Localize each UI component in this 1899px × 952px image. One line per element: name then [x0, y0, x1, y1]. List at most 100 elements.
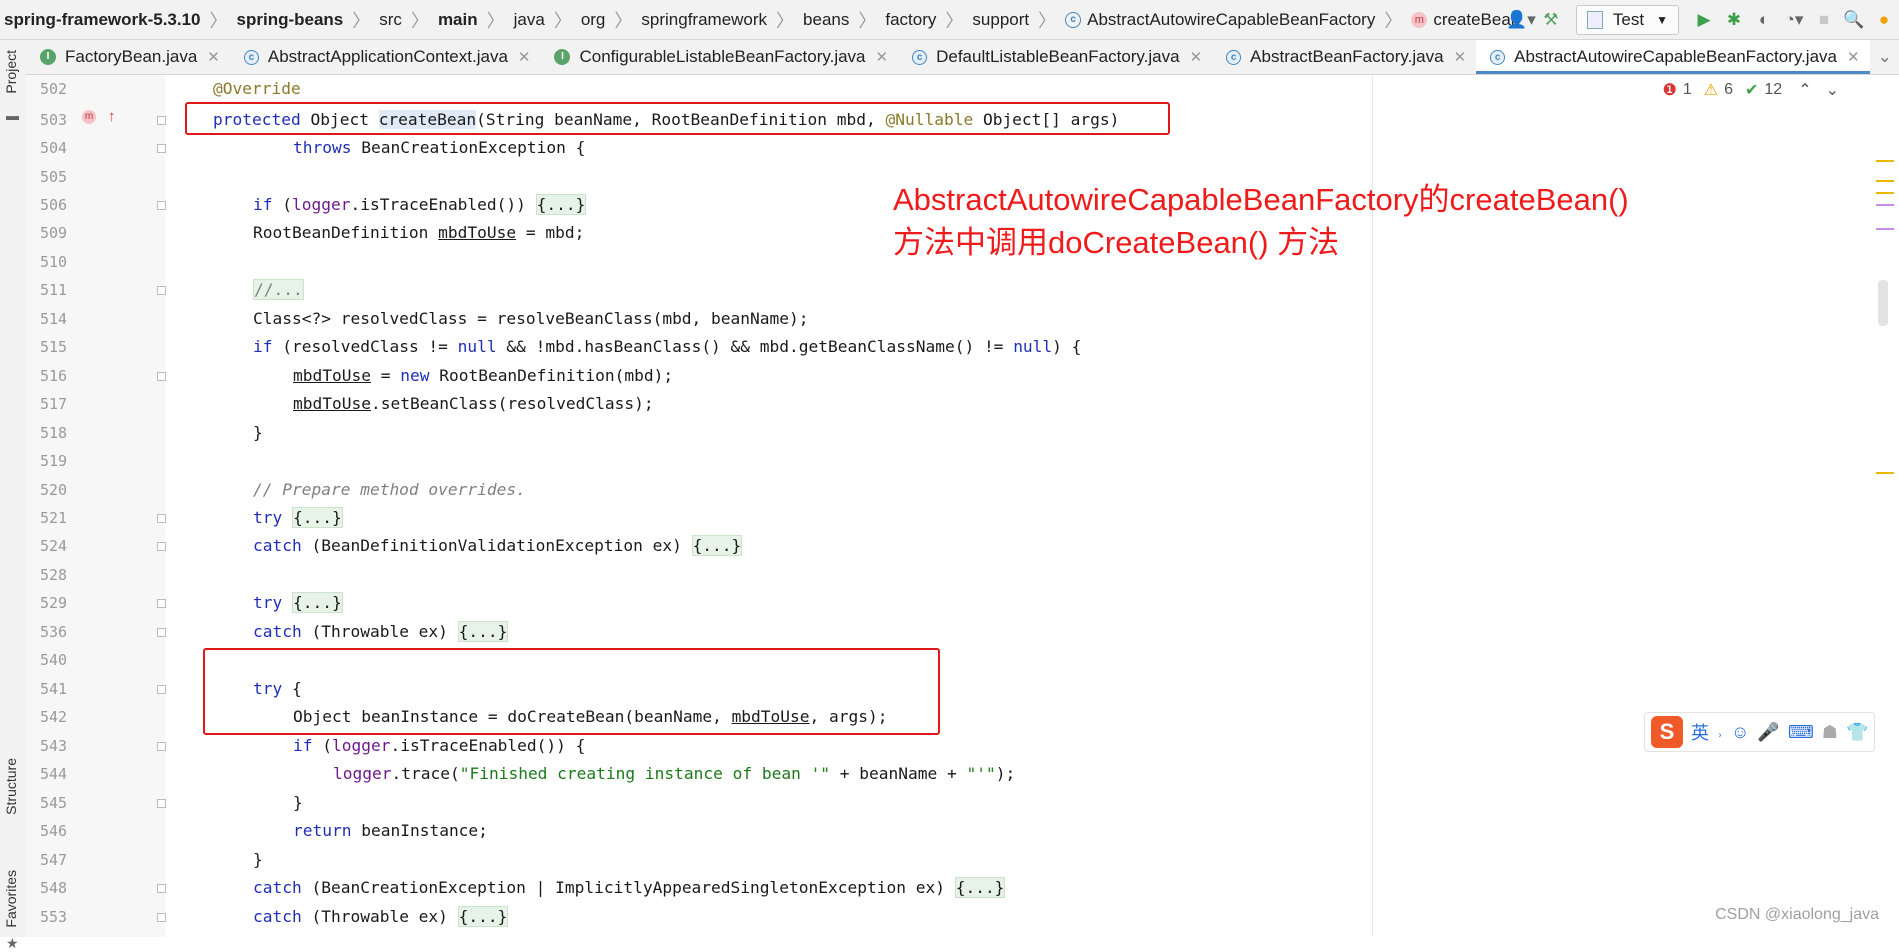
run-config-icon [1586, 11, 1603, 29]
breadcrumb-java[interactable]: java [510, 10, 549, 30]
fold-toggle-icon[interactable] [157, 144, 166, 153]
scroll-marker [1876, 228, 1894, 230]
close-icon[interactable]: ✕ [1454, 48, 1467, 66]
line-number: 520 [40, 481, 68, 499]
code-line: mbdToUse = new RootBeanDefinition(mbd); [293, 366, 674, 385]
highlight-box-docreatebean [203, 648, 940, 735]
line-number: 544 [40, 765, 68, 783]
fold-toggle-icon[interactable] [157, 628, 166, 637]
stop-icon[interactable]: ■ [1809, 5, 1839, 35]
code-line: catch (Throwable ex) {...} [253, 621, 509, 642]
class-icon: c [243, 49, 259, 65]
line-number: 528 [40, 566, 68, 584]
tab-overflow[interactable]: ⌄ [1870, 40, 1899, 74]
punctuation-icon[interactable]: ˒ [1717, 722, 1723, 743]
code-line: throws BeanCreationException { [293, 138, 586, 157]
implements-up-arrow-icon[interactable]: ↑ [108, 108, 116, 125]
fold-toggle-icon[interactable] [157, 913, 166, 922]
inspection-widget[interactable]: ❶1 ⚠ 6 ✔ 12 ⌃ ⌄ [1662, 80, 1839, 100]
fold-toggle-icon[interactable] [157, 286, 166, 295]
fold-toggle-icon[interactable] [157, 514, 166, 523]
user-icon[interactable]: 👤▾ [1506, 5, 1536, 35]
breadcrumb-separator: 〉 [486, 10, 505, 31]
code-line: } [293, 793, 303, 812]
fold-toggle-icon[interactable] [157, 116, 166, 125]
chevron-down-icon: ▼ [1656, 13, 1668, 27]
warning-count: 6 [1724, 81, 1733, 98]
tab-abstractautowirecapablebeanfactory[interactable]: c AbstractAutowireCapableBeanFactory.java… [1476, 40, 1871, 74]
run-icon[interactable]: ▶ [1689, 5, 1719, 35]
breadcrumb-support[interactable]: support [968, 10, 1033, 30]
line-number: 541 [40, 680, 68, 698]
fold-toggle-icon[interactable] [157, 742, 166, 751]
breadcrumb-separator: 〉 [1384, 10, 1403, 31]
code-line: return beanInstance; [293, 821, 488, 840]
close-icon[interactable]: ✕ [207, 48, 220, 66]
keyboard-icon[interactable]: ⌨ [1788, 722, 1814, 743]
breadcrumb-separator: 〉 [945, 10, 964, 31]
code-line: catch (BeanDefinitionValidationException… [253, 535, 743, 556]
override-marker-icon[interactable]: m [82, 110, 96, 124]
tab-configurablelistablebeanfactory[interactable]: I ConfigurableListableBeanFactory.java ✕ [540, 40, 898, 74]
line-number: 553 [40, 908, 68, 926]
fold-toggle-icon[interactable] [157, 542, 166, 551]
microphone-icon[interactable]: 🎤 [1757, 722, 1779, 743]
line-number: 536 [40, 623, 68, 641]
fold-toggle-icon[interactable] [157, 884, 166, 893]
code-line: } [253, 423, 263, 442]
breadcrumb-class[interactable]: c AbstractAutowireCapableBeanFactory [1061, 10, 1379, 30]
code-line: catch (Throwable ex) {...} [253, 906, 509, 927]
run-configuration-select[interactable]: Test ▼ [1575, 5, 1679, 35]
update-icon[interactable]: ● [1869, 5, 1899, 35]
emoji-icon[interactable]: ☺ [1731, 722, 1749, 743]
chevron-down-icon[interactable]: ⌄ [1826, 80, 1839, 100]
tab-abstractapplicationcontext[interactable]: c AbstractApplicationContext.java ✕ [230, 40, 541, 74]
ime-toolbar[interactable]: S 英 ˒ ☺ 🎤 ⌨ ☗ 👕 [1644, 712, 1876, 752]
close-icon[interactable]: ✕ [1190, 48, 1203, 66]
fold-toggle-icon[interactable] [157, 685, 166, 694]
coverage-icon[interactable]: ◐ [1749, 5, 1779, 35]
scroll-marker [1876, 204, 1894, 206]
fold-toggle-icon[interactable] [157, 799, 166, 808]
code-line: logger.trace("Finished creating instance… [333, 764, 1016, 783]
scroll-marker [1876, 192, 1894, 194]
fold-toggle-icon[interactable] [157, 372, 166, 381]
breadcrumb-module[interactable]: spring-beans [233, 10, 348, 30]
breadcrumb-org[interactable]: org [577, 10, 610, 30]
class-icon: c [1065, 11, 1082, 28]
breadcrumb-separator: 〉 [858, 10, 877, 31]
code-line: try {...} [253, 592, 343, 613]
fold-toggle-icon[interactable] [157, 599, 166, 608]
favorites-tool-button[interactable]: Favorites [3, 870, 19, 928]
debug-icon[interactable]: ✱ [1719, 5, 1749, 35]
tab-defaultlistablebeanfactory[interactable]: c DefaultListableBeanFactory.java ✕ [898, 40, 1212, 74]
ime-language-label[interactable]: 英 [1691, 719, 1709, 745]
close-icon[interactable]: ✕ [876, 48, 889, 66]
breadcrumb-factory[interactable]: factory [881, 10, 940, 30]
main-toolbar: 👤▾ ⚒ Test ▼ ▶ ✱ ◐ ◔▾ ■ 🔍 ● [1506, 0, 1899, 40]
tab-abstractbeanfactory[interactable]: c AbstractBeanFactory.java ✕ [1212, 40, 1476, 74]
search-icon[interactable]: 🔍 [1839, 5, 1869, 35]
star-icon: ★ [6, 935, 19, 951]
breadcrumb-main[interactable]: main [434, 10, 482, 30]
chevron-down-icon: ⌄ [1877, 47, 1892, 66]
breadcrumb-project[interactable]: spring-framework-5.3.10 [0, 10, 205, 30]
skin-shirt-icon[interactable]: 👕 [1846, 722, 1868, 743]
scrollbar-thumb[interactable] [1878, 280, 1888, 326]
breadcrumb-springframework[interactable]: springframework [637, 10, 771, 30]
structure-tool-button[interactable]: Structure [3, 758, 19, 815]
tab-factorybean[interactable]: I FactoryBean.java ✕ [26, 40, 230, 74]
close-icon[interactable]: ✕ [1847, 48, 1860, 66]
class-icon: c [1490, 49, 1506, 65]
close-icon[interactable]: ✕ [518, 48, 531, 66]
project-tool-button[interactable]: Project [3, 50, 19, 94]
code-line: try {...} [253, 507, 343, 528]
breadcrumb-beans[interactable]: beans [799, 10, 853, 30]
avatar-icon[interactable]: ☗ [1822, 722, 1838, 743]
chevron-up-icon[interactable]: ⌃ [1798, 80, 1811, 100]
breadcrumb-separator: 〉 [209, 10, 228, 31]
build-hammer-icon[interactable]: ⚒ [1536, 5, 1566, 35]
profile-icon[interactable]: ◔▾ [1779, 5, 1809, 35]
fold-toggle-icon[interactable] [157, 201, 166, 210]
breadcrumb-src[interactable]: src [375, 10, 406, 30]
